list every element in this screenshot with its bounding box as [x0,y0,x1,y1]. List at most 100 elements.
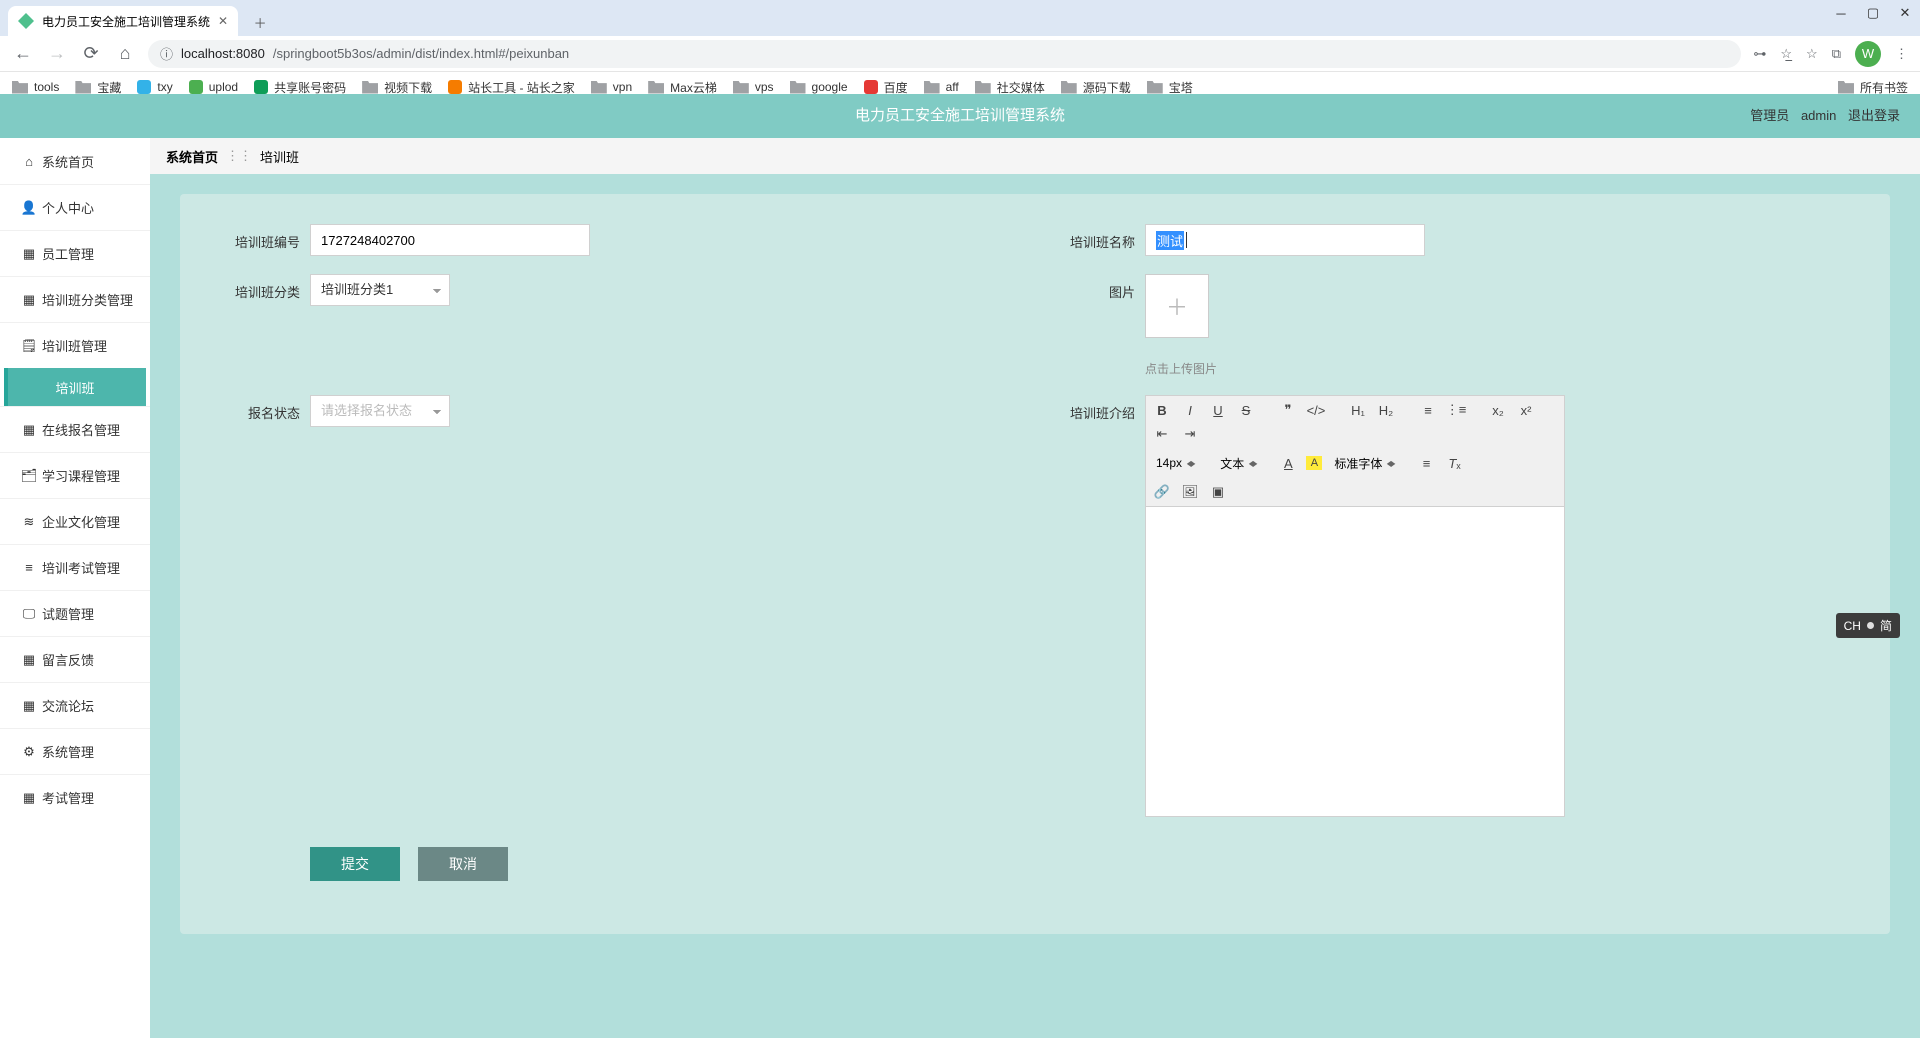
window-maximize-icon[interactable]: ▢ [1866,6,1880,20]
bookmark-item[interactable]: vpn [591,80,632,94]
select-category[interactable]: 培训班分类1 [310,274,450,306]
logout-link[interactable]: 退出登录 [1848,108,1900,123]
address-bar[interactable]: ⓘ localhost:8080 /springboot5b3os/admin/… [148,40,1741,68]
h1-icon[interactable]: H₁ [1348,400,1368,420]
sidebar-item-signup[interactable]: ▦在线报名管理 [0,406,150,452]
cancel-button[interactable]: 取消 [418,847,508,881]
bookmark-item[interactable]: 社交媒体 [975,79,1045,96]
form-panel: 培训班编号 培训班名称 测试 培训班分类 培训班分类1 图片 [180,194,1890,934]
bookmark-item[interactable]: 站长工具 - 站长之家 [448,79,575,96]
fontfamily-select[interactable]: 标准字体 [1330,452,1408,474]
tab-favicon-icon [18,13,34,29]
image-icon[interactable]: 🖼 [1180,482,1200,502]
underline-icon[interactable]: U [1208,400,1228,420]
submit-button[interactable]: 提交 [310,847,400,881]
video-icon[interactable]: ▣ [1208,482,1228,502]
bookmark-item[interactable]: 宝藏 [75,79,121,96]
input-name-value: 测试 [1156,231,1184,250]
sidebar-item-forum[interactable]: ▦交流论坛 [0,682,150,728]
book-icon: 🗂 [22,469,36,483]
upload-hint: 点击上传图片 [1145,360,1217,377]
ime-mode: 简 [1880,617,1892,634]
extensions-icon[interactable]: ⧉ [1832,46,1841,62]
ol-icon[interactable]: ≡ [1418,400,1438,420]
subscript-icon[interactable]: x₂ [1488,400,1508,420]
app-header: 电力员工安全施工培训管理系统 管理员 admin 退出登录 [0,94,1920,138]
bookmark-item[interactable]: 源码下载 [1061,79,1131,96]
grid-icon: ▦ [22,699,36,713]
align-icon[interactable]: ≡ [1417,453,1437,473]
site-info-icon[interactable]: ⓘ [160,44,173,63]
browser-tab-strip: 电力员工安全施工培训管理系统 ✕ ＋ ─ ▢ ✕ [0,0,1920,36]
bookmark-star-icon[interactable]: ☆ [1806,46,1818,62]
ul-icon[interactable]: ⋮≡ [1446,400,1466,420]
bookmark-item[interactable]: google [790,80,848,94]
bookmark-item[interactable]: Max云梯 [648,79,717,96]
clear-format-icon[interactable]: Tₓ [1445,453,1465,473]
profile-avatar[interactable]: W [1855,41,1881,67]
window-close-icon[interactable]: ✕ [1898,6,1912,20]
bold-icon[interactable]: B [1152,400,1172,420]
strike-icon[interactable]: S [1236,400,1256,420]
sidebar-item-courses[interactable]: 🗂学习课程管理 [0,452,150,498]
sidebar-item-profile[interactable]: 👤个人中心 [0,184,150,230]
style-select[interactable]: 文本 [1216,452,1270,474]
quote-icon[interactable]: ❞ [1278,400,1298,420]
fontsize-select[interactable]: 14px [1152,452,1208,474]
upload-image-button[interactable]: ＋ [1145,274,1209,338]
input-name[interactable]: 测试 [1145,224,1425,256]
folder-icon [75,81,91,94]
home-icon: ⌂ [22,154,36,168]
bookmark-item[interactable]: txy [137,80,172,94]
folder-icon [1838,81,1854,94]
key-icon[interactable]: ⊶ [1753,46,1766,62]
sidebar-item-system[interactable]: ⚙系统管理 [0,728,150,774]
app-title: 电力员工安全施工培训管理系统 [855,94,1065,138]
code-icon[interactable]: </> [1306,400,1326,420]
h2-icon[interactable]: H₂ [1376,400,1396,420]
bookmark-item[interactable]: 宝塔 [1147,79,1193,96]
bookmark-item[interactable]: 视频下载 [362,79,432,96]
new-tab-button[interactable]: ＋ [246,8,274,36]
window-minimize-icon[interactable]: ─ [1834,6,1848,20]
input-code[interactable] [310,224,590,256]
bookmark-item[interactable]: aff [924,80,959,94]
sidebar-item-exam[interactable]: ≡培训考试管理 [0,544,150,590]
nav-reload-icon[interactable]: ⟳ [80,43,102,65]
fontcolor-icon[interactable]: A [1278,453,1298,473]
bgcolor-icon[interactable]: A [1306,456,1322,470]
sidebar-item-class-categories[interactable]: ▦培训班分类管理 [0,276,150,322]
link-icon[interactable]: 🔗 [1152,482,1172,502]
sidebar-item-home[interactable]: ⌂系统首页 [0,138,150,184]
sidebar-item-class-manage[interactable]: 🗒培训班管理 [0,322,150,368]
bookmark-item[interactable]: tools [12,80,59,94]
sidebar-subitem-class[interactable]: 培训班 [4,368,146,406]
sidebar-item-feedback[interactable]: ▦留言反馈 [0,636,150,682]
sidebar-item-questions[interactable]: 🖵试题管理 [0,590,150,636]
nav-forward-icon[interactable]: → [46,43,68,65]
breadcrumb-home[interactable]: 系统首页 [166,147,218,166]
bookmark-item[interactable]: 百度 [864,79,908,96]
sidebar-item-test[interactable]: ▦考试管理 [0,774,150,820]
chrome-menu-icon[interactable]: ⋮ [1895,46,1908,62]
sidebar-item-employees[interactable]: ▦员工管理 [0,230,150,276]
nav-home-icon[interactable]: ⌂ [114,43,136,65]
monitor-icon: 🖵 [22,607,36,621]
browser-tab[interactable]: 电力员工安全施工培训管理系统 ✕ [8,6,238,36]
bookmark-item[interactable]: vps [733,80,774,94]
indent-right-icon[interactable]: ⇥ [1180,424,1200,444]
tab-close-icon[interactable]: ✕ [218,14,228,28]
indent-left-icon[interactable]: ⇤ [1152,424,1172,444]
bookmark-item[interactable]: 共享账号密码 [254,79,346,96]
all-bookmarks[interactable]: 所有书签 [1838,79,1908,96]
italic-icon[interactable]: I [1180,400,1200,420]
gtranslate-icon[interactable]: ☆̲ [1780,46,1792,62]
editor-body[interactable] [1145,507,1565,817]
superscript-icon[interactable]: x² [1516,400,1536,420]
user-name[interactable]: admin [1801,108,1836,123]
sidebar-item-culture[interactable]: ≋企业文化管理 [0,498,150,544]
select-status[interactable]: 请选择报名状态 [310,395,450,427]
nav-back-icon[interactable]: ← [12,43,34,65]
url-host: localhost:8080 [181,46,265,61]
bookmark-item[interactable]: uplod [189,80,238,94]
